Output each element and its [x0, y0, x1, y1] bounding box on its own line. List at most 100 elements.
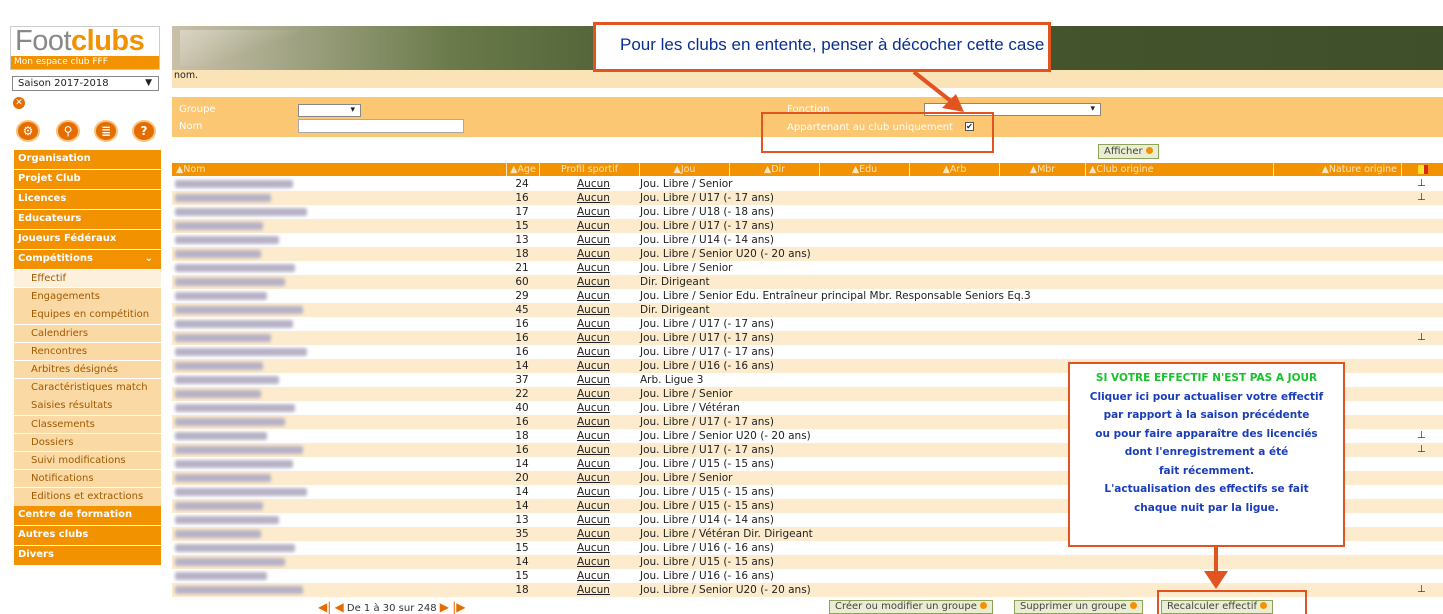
first-page-icon[interactable]: ◀| — [318, 600, 331, 614]
redacted-name[interactable] — [175, 390, 261, 398]
cell-profil[interactable]: Aucun — [577, 401, 610, 415]
redacted-name[interactable] — [175, 516, 279, 524]
redacted-name[interactable] — [175, 432, 267, 440]
redacted-name[interactable] — [175, 362, 263, 370]
cell-profil[interactable]: Aucun — [577, 499, 610, 513]
sidebar-subitem[interactable]: Effectif — [14, 270, 161, 288]
redacted-name[interactable] — [175, 292, 267, 300]
sidebar-subitem[interactable]: Classements — [14, 415, 161, 433]
redacted-name[interactable] — [175, 376, 279, 384]
redacted-name[interactable] — [175, 586, 303, 594]
cell-profil[interactable]: Aucun — [577, 233, 610, 247]
cell-profil[interactable]: Aucun — [577, 261, 610, 275]
cell-profil[interactable]: Aucun — [577, 219, 610, 233]
col-club-origine[interactable]: ▲Club origine — [1086, 163, 1274, 176]
col-mbr[interactable]: ▲Mbr — [1000, 163, 1086, 176]
col-nom[interactable]: ▲Nom — [172, 163, 507, 176]
cell-profil[interactable]: Aucun — [577, 415, 610, 429]
cell-profil[interactable]: Aucun — [577, 387, 610, 401]
redacted-name[interactable] — [175, 460, 293, 468]
sidebar-item-joueurs-federaux[interactable]: Joueurs Fédéraux — [14, 230, 161, 249]
cell-profil[interactable]: Aucun — [577, 275, 610, 289]
redacted-name[interactable] — [175, 502, 263, 510]
prev-page-icon[interactable]: ◀ — [334, 600, 343, 614]
redacted-name[interactable] — [175, 404, 295, 412]
col-nature-origine[interactable]: ▲Nature origine — [1274, 163, 1402, 176]
close-icon[interactable]: ✕ — [13, 97, 25, 109]
sidebar-subitem[interactable]: Dossiers — [14, 433, 161, 452]
redacted-name[interactable] — [175, 418, 285, 426]
last-page-icon[interactable]: |▶ — [452, 600, 465, 614]
sidebar-item[interactable]: Divers — [14, 546, 161, 566]
col-dir[interactable]: ▲Dir — [730, 163, 820, 176]
nom-input[interactable] — [298, 119, 464, 133]
redacted-name[interactable] — [175, 320, 293, 328]
help-icon[interactable]: ? — [132, 120, 156, 142]
sidebar-subitem[interactable]: Engagements — [14, 288, 161, 306]
cell-profil[interactable]: Aucun — [577, 569, 610, 583]
redacted-name[interactable] — [175, 180, 293, 188]
cell-profil[interactable]: Aucun — [577, 527, 610, 541]
cell-profil[interactable]: Aucun — [577, 513, 610, 527]
redacted-name[interactable] — [175, 222, 263, 230]
col-edu[interactable]: ▲Edu — [820, 163, 910, 176]
sidebar-subitem[interactable]: Notifications — [14, 470, 161, 488]
redacted-name[interactable] — [175, 208, 307, 216]
sidebar-subitem[interactable]: Editions et extractions — [14, 488, 161, 506]
redacted-name[interactable] — [175, 572, 267, 580]
sidebar-item-competitions[interactable]: Compétitions ⌄ — [14, 250, 161, 269]
sidebar-subitem[interactable]: Suivi modifications — [14, 451, 161, 470]
redacted-name[interactable] — [175, 250, 261, 258]
cell-profil[interactable]: Aucun — [577, 331, 610, 345]
sidebar-subitem[interactable]: Calendriers — [14, 324, 161, 342]
sidebar-subitem[interactable]: Saisies résultats — [14, 397, 161, 415]
cell-profil[interactable]: Aucun — [577, 191, 610, 205]
cell-profil[interactable]: Aucun — [577, 317, 610, 331]
sidebar-subitem[interactable]: Caractéristiques match — [14, 379, 161, 397]
sidebar-item-licences[interactable]: Licences — [14, 190, 161, 209]
cell-profil[interactable]: Aucun — [577, 555, 610, 569]
cell-profil[interactable]: Aucun — [577, 443, 610, 457]
cell-profil[interactable]: Aucun — [577, 345, 610, 359]
redacted-name[interactable] — [175, 264, 295, 272]
sidebar-item-projet-club[interactable]: Projet Club — [14, 170, 161, 189]
cell-profil[interactable]: Aucun — [577, 289, 610, 303]
redacted-name[interactable] — [175, 348, 307, 356]
cell-profil[interactable]: Aucun — [577, 485, 610, 499]
redacted-name[interactable] — [175, 530, 261, 538]
cell-profil[interactable]: Aucun — [577, 177, 610, 191]
create-group-button[interactable]: Créer ou modifier un groupe — [829, 600, 993, 614]
groupe-select[interactable]: ▾ — [298, 104, 361, 117]
cell-profil[interactable]: Aucun — [577, 247, 610, 261]
redacted-name[interactable] — [175, 446, 303, 454]
col-age[interactable]: ▲Age — [507, 163, 540, 176]
col-jou[interactable]: ▲Jou — [640, 163, 730, 176]
sidebar-item[interactable]: Autres clubs — [14, 526, 161, 546]
redacted-name[interactable] — [175, 194, 271, 202]
sidebar-item-organisation[interactable]: Organisation — [14, 150, 161, 169]
sidebar-subitem[interactable]: Equipes en compétition — [14, 306, 161, 324]
sidebar-item[interactable]: Centre de formation — [14, 506, 161, 526]
document-icon[interactable]: ≣ — [94, 120, 118, 142]
delete-group-button[interactable]: Supprimer un groupe — [1014, 600, 1143, 614]
search-icon[interactable]: ⚲ — [56, 120, 80, 142]
redacted-name[interactable] — [175, 544, 295, 552]
sidebar-item-educateurs[interactable]: Educateurs — [14, 210, 161, 229]
col-arb[interactable]: ▲Arb — [910, 163, 1000, 176]
cell-profil[interactable]: Aucun — [577, 359, 610, 373]
redacted-name[interactable] — [175, 306, 303, 314]
sidebar-subitem[interactable]: Rencontres — [14, 342, 161, 361]
redacted-name[interactable] — [175, 488, 307, 496]
cell-profil[interactable]: Aucun — [577, 429, 610, 443]
redacted-name[interactable] — [175, 236, 279, 244]
cell-profil[interactable]: Aucun — [577, 303, 610, 317]
redacted-name[interactable] — [175, 474, 271, 482]
cell-profil[interactable]: Aucun — [577, 373, 610, 387]
afficher-button[interactable]: Afficher — [1098, 144, 1159, 159]
cell-profil[interactable]: Aucun — [577, 205, 610, 219]
cell-profil[interactable]: Aucun — [577, 541, 610, 555]
cell-profil[interactable]: Aucun — [577, 583, 610, 597]
club-icon[interactable]: ⚙ — [16, 120, 40, 142]
sidebar-subitem[interactable]: Arbitres désignés — [14, 360, 161, 379]
cell-profil[interactable]: Aucun — [577, 471, 610, 485]
